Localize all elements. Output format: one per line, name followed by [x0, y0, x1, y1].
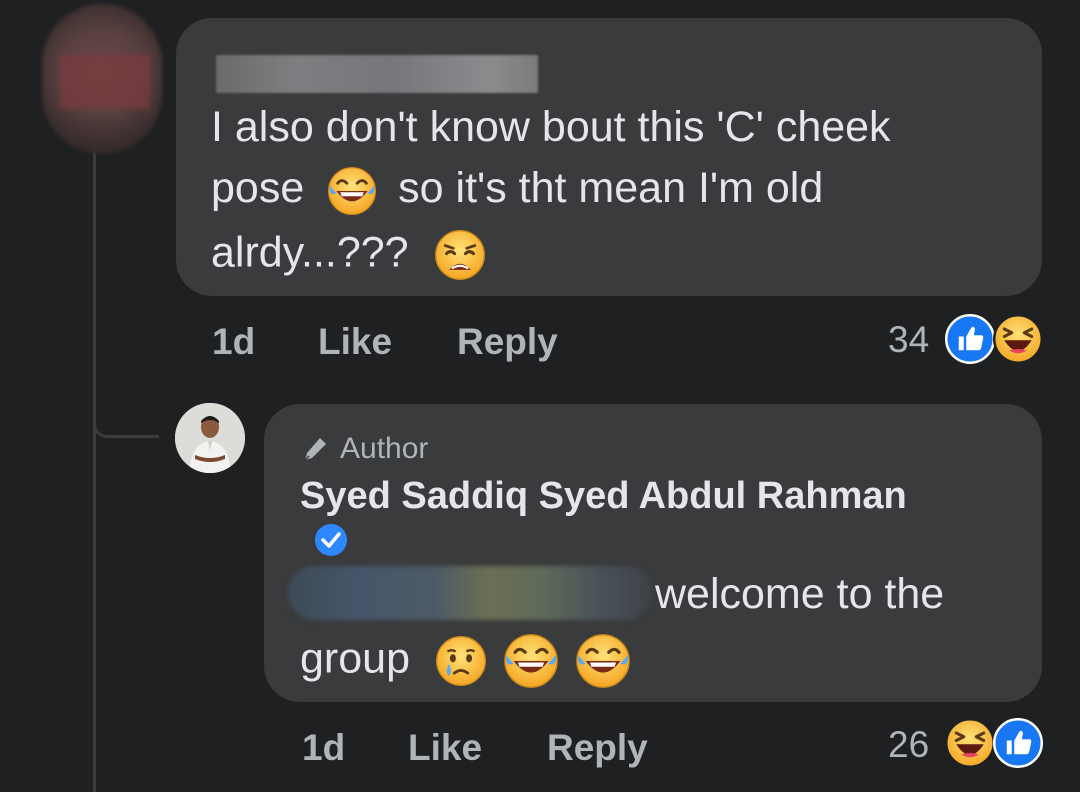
weary-emoji — [433, 228, 487, 282]
tears-of-joy-emoji — [326, 165, 378, 217]
tears-of-joy-emoji — [574, 632, 632, 690]
commenter-name-redacted[interactable] — [216, 55, 538, 93]
tears-of-joy-emoji — [502, 632, 560, 690]
reply-text-line2: group — [300, 632, 632, 690]
reply-text-part2: group — [300, 634, 410, 683]
comment-like-button[interactable]: Like — [318, 322, 392, 362]
author-photo — [175, 403, 245, 473]
haha-icon[interactable] — [993, 314, 1043, 364]
commenter-avatar[interactable] — [42, 4, 162, 154]
comment-text-line1: I also don't know bout this 'C' cheek — [211, 103, 891, 151]
like-icon[interactable] — [993, 718, 1043, 768]
reply-reaction-count[interactable]: 26 — [888, 725, 929, 765]
author-name[interactable]: Syed Saddiq Syed Abdul Rahman — [300, 475, 907, 517]
comment-text-alrdy: alrdy...??? — [211, 228, 409, 277]
thread-line — [93, 150, 96, 792]
haha-icon[interactable] — [945, 718, 995, 768]
comment-reaction-count[interactable]: 34 — [888, 320, 929, 360]
comment-text-pose: pose — [211, 164, 305, 212]
pen-icon — [304, 438, 326, 461]
reply-time[interactable]: 1d — [302, 728, 345, 768]
author-avatar[interactable] — [175, 403, 245, 473]
comment-text-line3: alrdy...??? — [211, 228, 487, 282]
like-icon[interactable] — [945, 314, 995, 364]
mention-redacted[interactable] — [288, 566, 652, 620]
author-badge: Author — [300, 432, 428, 466]
reply-reply-button[interactable]: Reply — [547, 728, 648, 768]
comment-time[interactable]: 1d — [212, 322, 255, 362]
author-badge-label: Author — [340, 432, 429, 465]
reply-text-part1: welcome to the — [655, 570, 945, 618]
crying-emoji — [434, 634, 488, 688]
thread-connector — [93, 416, 159, 438]
reply-like-button[interactable]: Like — [408, 728, 482, 768]
verified-check-icon — [315, 524, 347, 556]
comment-text-line2: pose so it's tht mean I'm old — [211, 164, 823, 217]
comment-text-rest: so it's tht mean I'm old — [398, 164, 824, 212]
comment-reply-button[interactable]: Reply — [457, 322, 558, 362]
